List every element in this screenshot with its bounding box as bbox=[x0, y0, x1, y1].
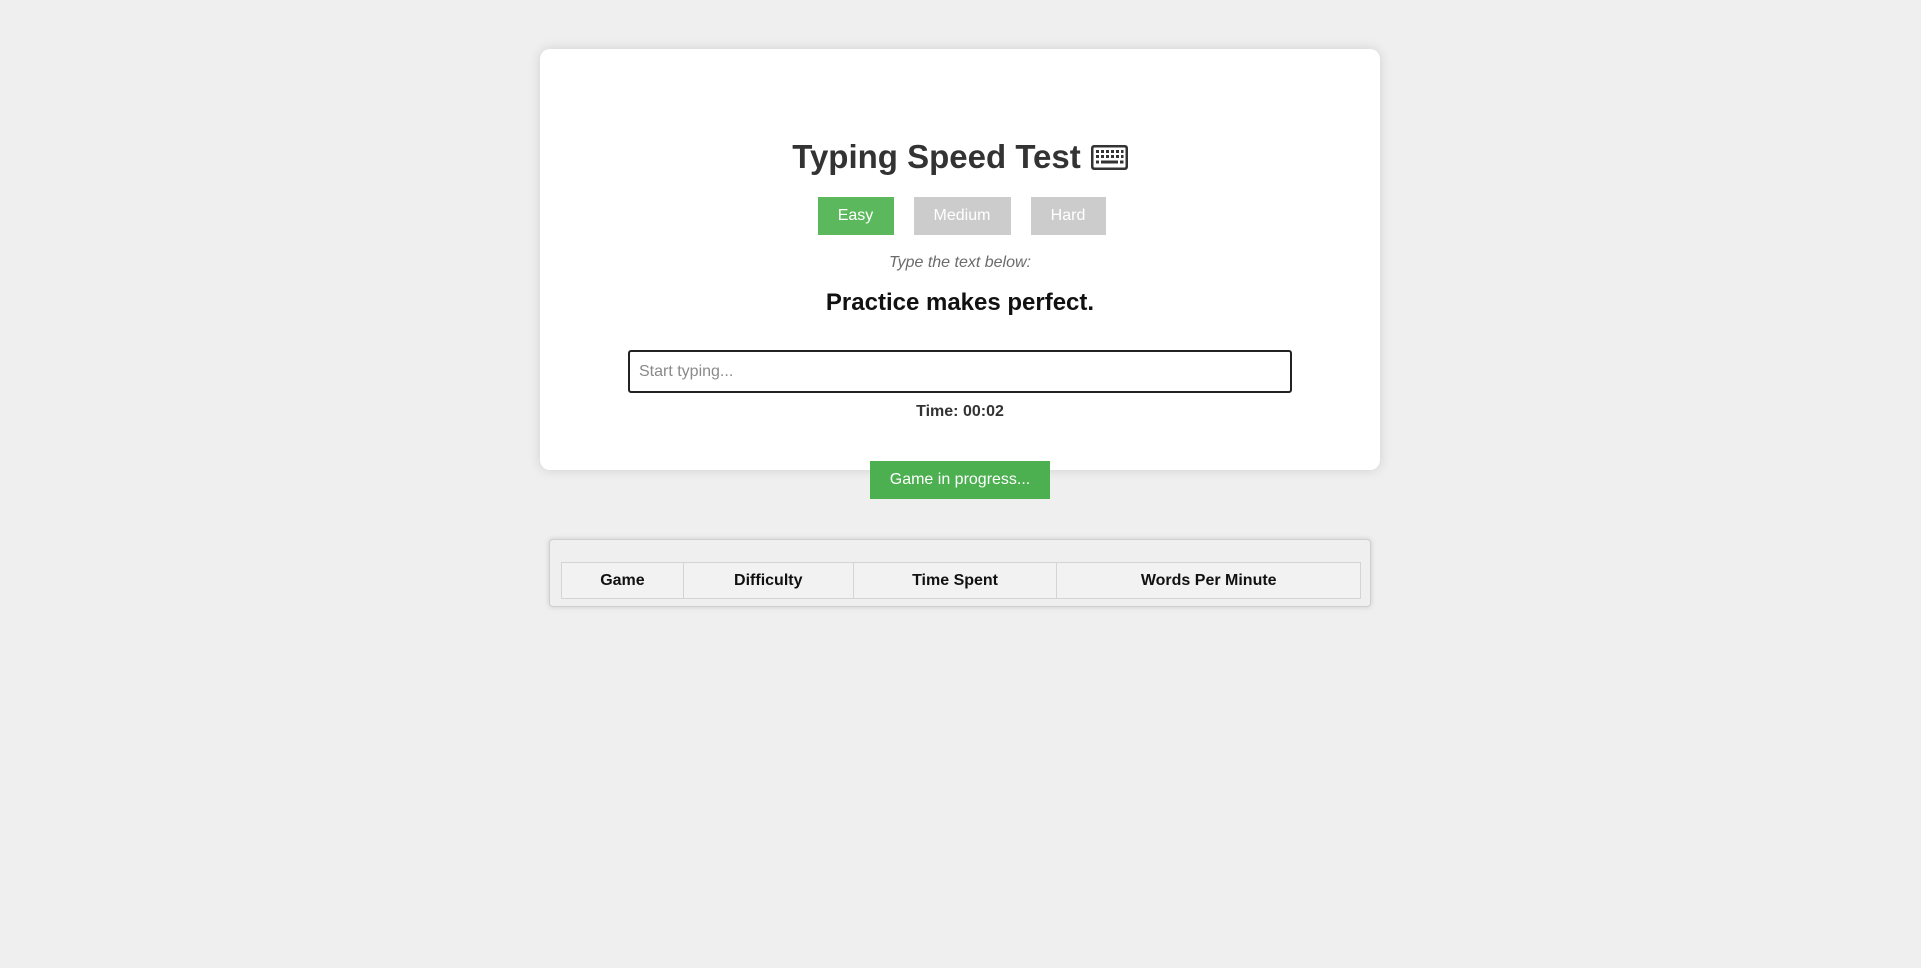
page-title: Typing Speed Test bbox=[540, 135, 1380, 179]
results-panel: Game Difficulty Time Spent Words Per Min… bbox=[549, 539, 1371, 607]
difficulty-medium-button[interactable]: Medium bbox=[913, 197, 1011, 235]
column-header-time-spent: Time Spent bbox=[852, 562, 1058, 599]
column-header-wpm: Words Per Minute bbox=[1056, 562, 1361, 599]
table-header-row: Game Difficulty Time Spent Words Per Min… bbox=[561, 562, 1361, 599]
instruction-text: Type the text below: bbox=[889, 254, 1031, 271]
typing-input[interactable] bbox=[628, 350, 1292, 393]
results-table: Game Difficulty Time Spent Words Per Min… bbox=[561, 562, 1361, 599]
keyboard-icon bbox=[1090, 144, 1128, 170]
difficulty-easy-button[interactable]: Easy bbox=[817, 197, 894, 235]
timer-display: Time: 00:02 bbox=[916, 403, 1004, 420]
game-status-button[interactable]: Game in progress... bbox=[870, 461, 1050, 499]
target-sentence: Practice makes perfect. bbox=[825, 289, 1095, 316]
difficulty-selector: Easy Medium Hard bbox=[540, 197, 1380, 235]
column-header-game: Game bbox=[561, 562, 684, 599]
column-header-difficulty: Difficulty bbox=[682, 562, 854, 599]
game-card: Typing Speed Test Easy Medium Hard Type … bbox=[540, 49, 1380, 499]
title-text: Typing Speed Test bbox=[792, 138, 1081, 175]
difficulty-hard-button[interactable]: Hard bbox=[1030, 197, 1106, 235]
